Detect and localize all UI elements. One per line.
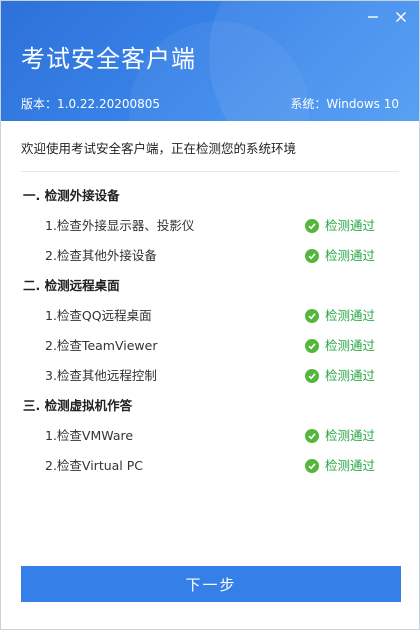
check-status-text: 检测通过 xyxy=(325,458,376,473)
check-item: 2.检查TeamViewer 检测通过 xyxy=(1,331,419,361)
check-status-text: 检测通过 xyxy=(325,338,376,353)
check-item-label: 2.检查其他外接设备 xyxy=(45,248,157,263)
check-item-label: 1.检查QQ远程桌面 xyxy=(45,308,152,323)
check-item-label: 1.检查外接显示器、投影仪 xyxy=(45,218,195,233)
check-status: 检测通过 xyxy=(305,301,375,331)
check-item: 1.检查外接显示器、投影仪 检测通过 xyxy=(1,211,419,241)
os-label: 系统：Windows 10 xyxy=(290,97,399,111)
header: 考试安全客户端 版本：1.0.22.20200805 系统：Windows 10 xyxy=(1,1,419,121)
check-list: 一. 检测外接设备 1.检查外接显示器、投影仪 检测通过 2.检查其他外接设备 … xyxy=(1,181,419,481)
check-status-text: 检测通过 xyxy=(325,248,376,263)
check-status-text: 检测通过 xyxy=(325,218,376,233)
check-status-text: 检测通过 xyxy=(325,308,376,323)
check-status: 检测通过 xyxy=(305,241,375,271)
next-step-button[interactable]: 下一步 xyxy=(21,566,401,602)
close-icon xyxy=(396,12,406,22)
divider xyxy=(21,171,399,172)
check-status: 检测通过 xyxy=(305,361,375,391)
check-status: 检测通过 xyxy=(305,211,375,241)
check-item: 2.检查Virtual PC 检测通过 xyxy=(1,451,419,481)
check-item-label: 1.检查VMWare xyxy=(45,428,134,443)
close-button[interactable] xyxy=(391,7,411,27)
check-item-label: 2.检查TeamViewer xyxy=(45,338,158,353)
check-circle-icon xyxy=(305,459,319,473)
check-status: 检测通过 xyxy=(305,331,375,361)
check-status: 检测通过 xyxy=(305,451,375,481)
check-circle-icon xyxy=(305,219,319,233)
check-item-label: 2.检查Virtual PC xyxy=(45,458,144,473)
check-circle-icon xyxy=(305,309,319,323)
check-circle-icon xyxy=(305,249,319,263)
check-item: 2.检查其他外接设备 检测通过 xyxy=(1,241,419,271)
check-circle-icon xyxy=(305,339,319,353)
check-circle-icon xyxy=(305,429,319,443)
check-item: 1.检查VMWare 检测通过 xyxy=(1,421,419,451)
minimize-button[interactable] xyxy=(363,7,383,27)
check-item: 3.检查其他远程控制 检测通过 xyxy=(1,361,419,391)
app-title: 考试安全客户端 xyxy=(21,45,196,73)
minimize-icon xyxy=(368,16,378,18)
section-title-external-devices: 一. 检测外接设备 xyxy=(23,188,120,203)
version-label: 版本：1.0.22.20200805 xyxy=(21,97,161,111)
check-status-text: 检测通过 xyxy=(325,368,376,383)
check-status: 检测通过 xyxy=(305,421,375,451)
section-title-remote-desktop: 二. 检测远程桌面 xyxy=(23,278,120,293)
check-item: 1.检查QQ远程桌面 检测通过 xyxy=(1,301,419,331)
section-title-virtual-machine: 三. 检测虚拟机作答 xyxy=(23,398,133,413)
intro-text: 欢迎使用考试安全客户端，正在检测您的系统环境 xyxy=(21,141,297,156)
check-circle-icon xyxy=(305,369,319,383)
check-status-text: 检测通过 xyxy=(325,428,376,443)
check-item-label: 3.检查其他远程控制 xyxy=(45,368,157,383)
app-window: 考试安全客户端 版本：1.0.22.20200805 系统：Windows 10… xyxy=(0,0,420,630)
